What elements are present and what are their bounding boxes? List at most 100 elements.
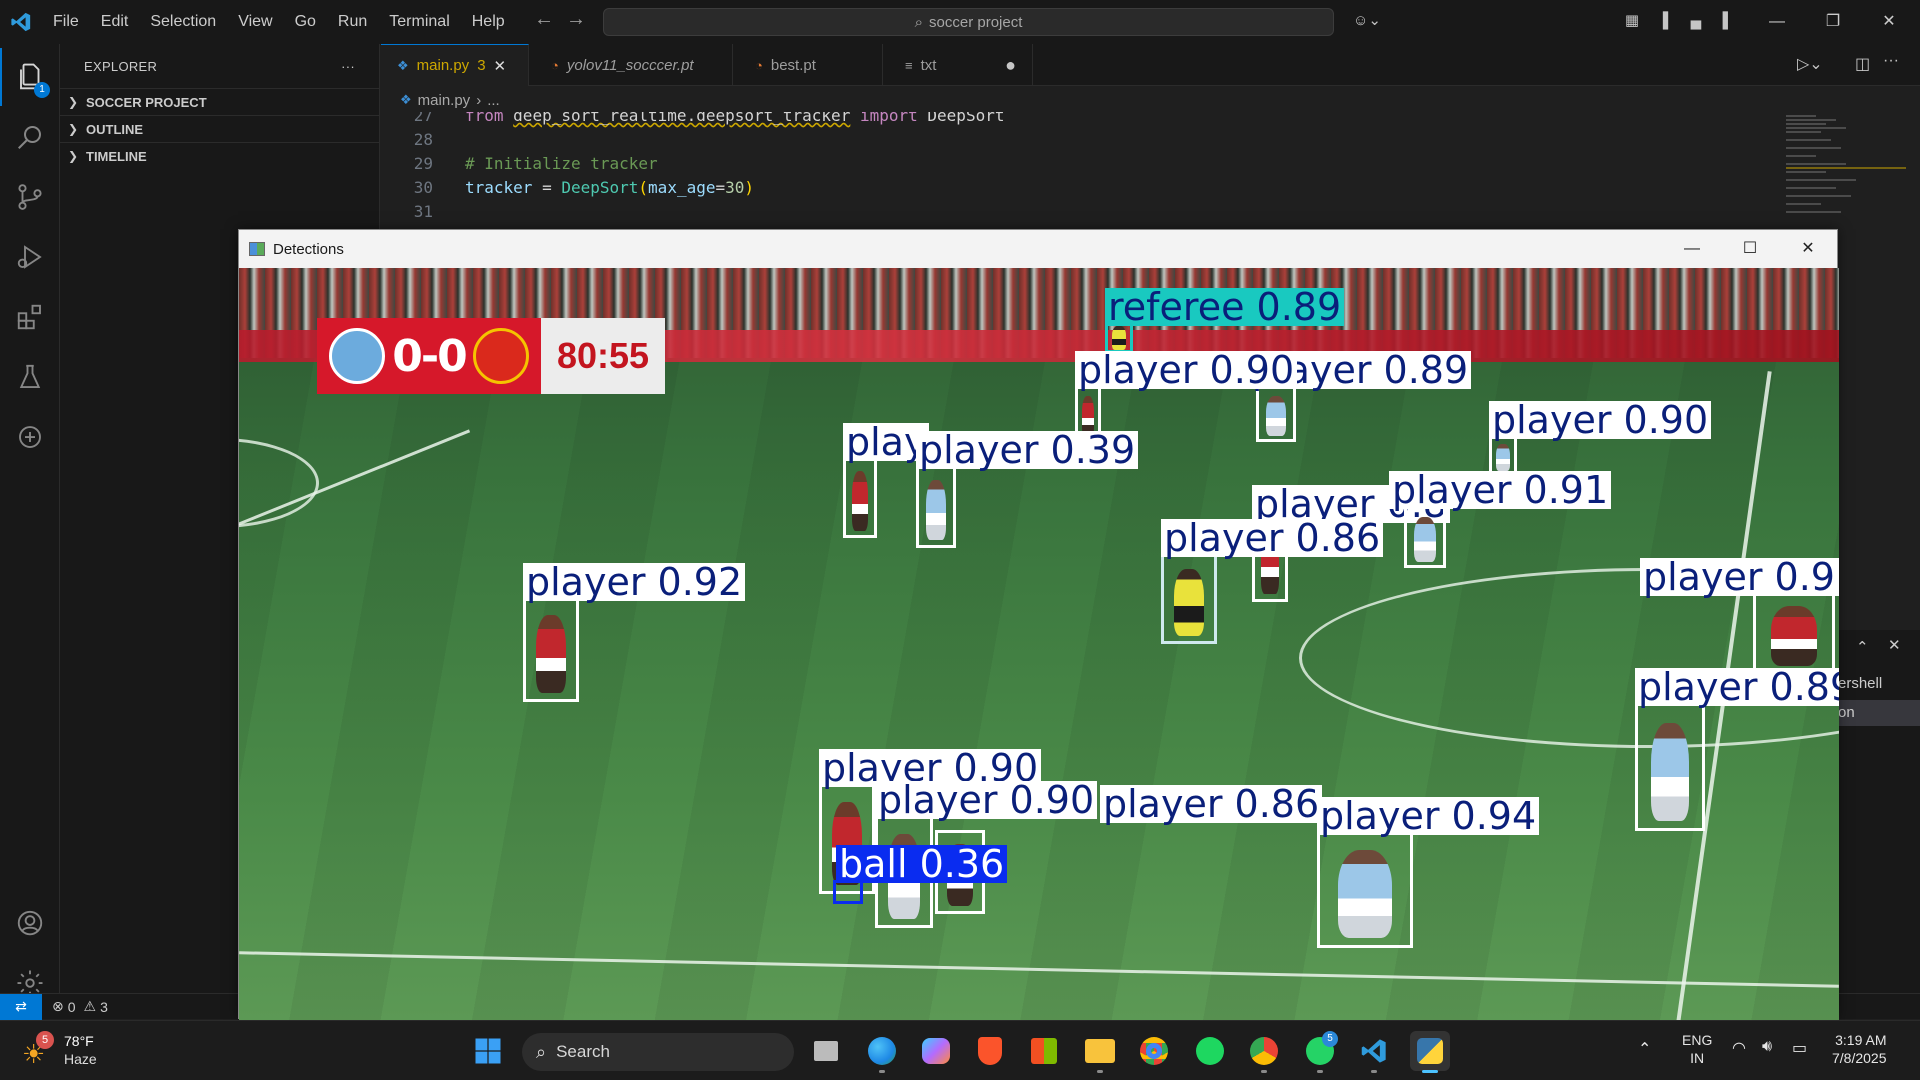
volume-icon[interactable]: 🔊︎ — [1762, 1038, 1772, 1056]
show-hidden-icons-chevron-icon[interactable]: ⌃ — [1638, 1039, 1651, 1059]
brave-browser-icon[interactable] — [970, 1031, 1010, 1071]
menu-file[interactable]: File — [42, 0, 90, 44]
remote-explorer-icon[interactable] — [0, 408, 60, 466]
command-center-search[interactable]: ⌕ soccer project — [603, 8, 1334, 36]
panel-close-icon[interactable]: ✕ — [1888, 636, 1901, 654]
python-window-icon[interactable] — [1410, 1031, 1450, 1073]
wifi-icon[interactable]: ◠ — [1732, 1038, 1746, 1058]
edge-browser-icon[interactable] — [862, 1031, 902, 1073]
terminal-list-item-active[interactable]: on — [1838, 704, 1855, 721]
detection-label: ball 0.36 — [836, 845, 1008, 883]
detection-label: player 0.94 — [1317, 797, 1540, 835]
error-count[interactable]: 0 — [68, 999, 76, 1015]
restore-icon[interactable]: ❐ — [1810, 0, 1856, 44]
toggle-secondary-sidebar-icon[interactable]: ▌ — [1718, 11, 1738, 31]
tab-txt[interactable]: ≡ txt ● — [883, 44, 1033, 86]
close-icon[interactable]: ✕ — [1866, 0, 1912, 44]
taskbar-search[interactable]: ⌕ Search — [522, 1033, 794, 1071]
detection-label: player 0.91 — [1389, 471, 1612, 509]
tab-yolov11-socccer-pt[interactable]: ◔ yolov11_socccer.pt — [529, 44, 733, 86]
detection-label: player 0.90 — [1075, 351, 1298, 389]
menu-go[interactable]: Go — [284, 0, 327, 44]
minimap[interactable] — [1786, 112, 1906, 232]
tab-label: txt — [920, 56, 937, 74]
accounts-icon[interactable] — [0, 894, 60, 952]
line-number: 27 — [413, 112, 433, 125]
remote-indicator-icon[interactable]: ⇄ — [0, 993, 42, 1020]
detection-label: player 0.86 — [1100, 785, 1323, 823]
source-control-icon[interactable] — [0, 168, 60, 226]
weather-widget[interactable]: ☀ 5 78°F Haze — [22, 1031, 142, 1073]
toggle-panel-icon[interactable]: ▄ — [1686, 11, 1706, 31]
detections-titlebar[interactable]: Detections — [239, 230, 1837, 268]
unsaved-dot-icon[interactable]: ● — [1005, 55, 1016, 76]
file-explorer-icon[interactable] — [1080, 1031, 1120, 1073]
tab-best-pt[interactable]: ◔ best.pt — [733, 44, 883, 86]
explorer-icon[interactable]: 1 — [0, 48, 60, 106]
chrome-profile-icon[interactable] — [1244, 1031, 1284, 1073]
task-view-icon[interactable] — [806, 1031, 846, 1071]
keyword: from — [465, 112, 504, 125]
section-label: SOCCER PROJECT — [86, 94, 207, 110]
detection-label: player 0.89 — [1635, 668, 1839, 706]
split-editor-icon[interactable]: ◫ — [1855, 54, 1870, 74]
editor-more-icon[interactable]: ··· — [1883, 52, 1899, 70]
search-icon[interactable] — [0, 108, 60, 166]
line-number: 30 — [413, 178, 433, 197]
clock[interactable]: 3:19 AM 7/8/2025 — [1832, 1031, 1887, 1067]
microsoft-store-icon[interactable] — [1024, 1031, 1064, 1071]
menu-run[interactable]: Run — [327, 0, 378, 44]
testing-icon[interactable] — [0, 348, 60, 406]
customize-layout-icon[interactable]: ▦ — [1622, 11, 1642, 31]
run-debug-icon[interactable] — [0, 228, 60, 286]
detection-label: player 0.86 — [1161, 519, 1384, 557]
run-python-file-icon[interactable]: ▷⌄ — [1797, 54, 1823, 74]
close-icon[interactable]: ✕ — [1779, 230, 1837, 268]
copilot-app-icon[interactable] — [916, 1031, 956, 1071]
minimize-icon[interactable]: — — [1754, 0, 1800, 44]
language-indicator[interactable]: ENG IN — [1682, 1031, 1712, 1067]
comment: # Initialize tracker — [465, 154, 658, 173]
battery-icon[interactable]: ▭ — [1792, 1038, 1807, 1058]
detections-window[interactable]: Detections — ☐ ✕ 0-0 80:55 referee 0.89 … — [238, 229, 1839, 1020]
chevron-up-icon[interactable]: ⌃ — [1856, 638, 1869, 656]
toggle-sidebar-icon[interactable]: ▐ — [1653, 11, 1673, 31]
menu-help[interactable]: Help — [461, 0, 516, 44]
error-icon[interactable]: ⊗ — [52, 998, 64, 1015]
clock-date: 7/8/2025 — [1832, 1050, 1887, 1066]
menu-selection[interactable]: Selection — [139, 0, 227, 44]
section-timeline[interactable]: ❯ TIMELINE — [60, 142, 379, 169]
menu-terminal[interactable]: Terminal — [378, 0, 460, 44]
spotify-icon[interactable] — [1190, 1031, 1230, 1071]
menu-edit[interactable]: Edit — [90, 0, 140, 44]
forward-arrow-icon[interactable]: → — [559, 8, 593, 31]
section-outline[interactable]: ❯ OUTLINE — [60, 115, 379, 142]
weather-desc: Haze — [64, 1051, 97, 1067]
copilot-icon[interactable]: ☺⌄ — [1350, 11, 1384, 31]
back-arrow-icon[interactable]: ← — [527, 8, 561, 31]
editor-tabs: ❖ main.py 3 ✕ ◔ yolov11_socccer.pt ◔ bes… — [381, 44, 1920, 86]
score-result: 0-0 — [392, 330, 467, 382]
python-file-icon: ❖ — [400, 92, 412, 107]
warning-icon[interactable]: ⚠ — [84, 998, 97, 1015]
breadcrumb-rest[interactable]: ... — [487, 92, 500, 109]
extensions-icon[interactable] — [0, 288, 60, 346]
maximize-icon[interactable]: ☐ — [1721, 230, 1779, 268]
detection-label: player 0.92 — [523, 563, 746, 601]
vscode-taskbar-icon[interactable] — [1354, 1031, 1394, 1073]
menu-view[interactable]: View — [227, 0, 283, 44]
tab-close-icon[interactable]: ✕ — [494, 57, 507, 75]
warning-count[interactable]: 3 — [100, 999, 108, 1015]
whatsapp-icon[interactable]: 5 — [1300, 1031, 1340, 1073]
chrome-icon[interactable] — [1134, 1031, 1174, 1071]
breadcrumb-file[interactable]: main.py — [418, 92, 471, 109]
terminal-list-item[interactable]: ershell — [1838, 675, 1882, 692]
tab-label: main.py — [416, 57, 470, 74]
tab-main-py[interactable]: ❖ main.py 3 ✕ — [381, 44, 529, 86]
more-actions-icon[interactable]: ··· — [341, 59, 355, 74]
minimize-icon[interactable]: — — [1663, 230, 1721, 268]
start-button-icon[interactable] — [468, 1031, 508, 1071]
section-soccer-project[interactable]: ❯ SOCCER PROJECT — [60, 88, 379, 115]
line-number: 31 — [413, 202, 433, 221]
code-editor[interactable]: 27 from deep_sort_realtime.deepsort_trac… — [381, 112, 1781, 230]
